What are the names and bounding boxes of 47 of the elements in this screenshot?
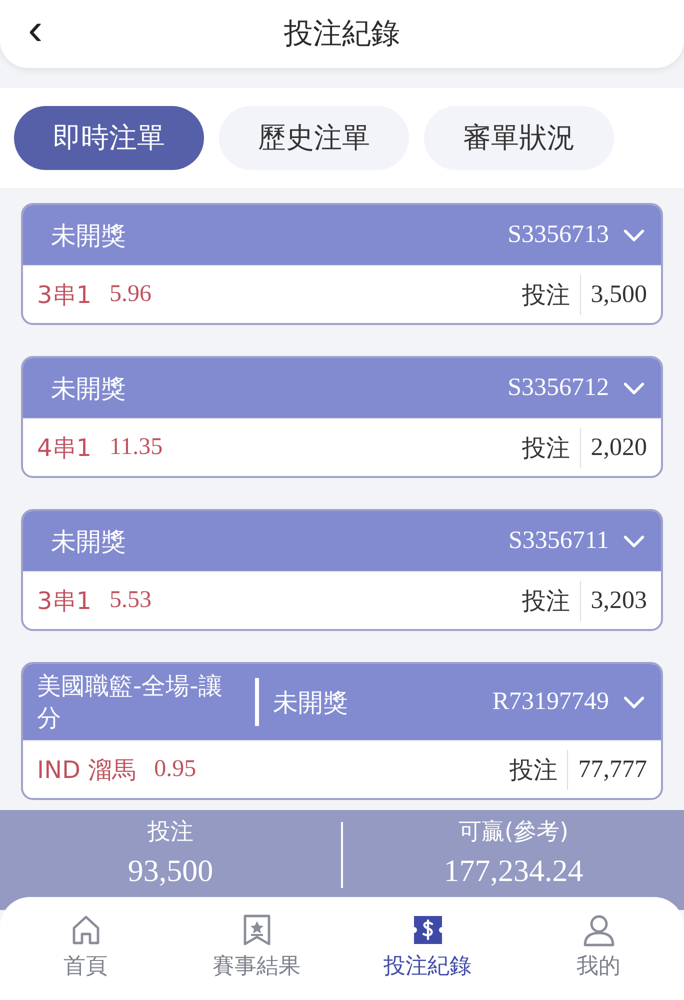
chevron-down-icon[interactable] [623,696,645,708]
tab[interactable]: 即時注單 [14,106,204,170]
chevron-down-icon[interactable] [623,382,645,394]
bet-odds: 5.53 [110,587,153,614]
bet-card[interactable]: 未開獎 S3356711 3串1 5.53 投注 3,203 [21,509,663,631]
order-id: S3356713 [508,221,609,249]
bet-status: 未開獎 [51,220,127,252]
tab[interactable]: 歷史注單 [219,106,409,170]
chevron-down-icon[interactable] [623,534,645,548]
bet-card[interactable]: 美國職籃-全場-讓分 未開獎 R73197749 IND 溜馬 0.95 投注 77,777 [21,662,663,800]
bet-selection: 3串1 [37,280,92,310]
stake-amount: 77,777 [578,756,647,784]
stake-label: 投注 [522,580,581,620]
summary-label: 投注 [148,818,194,847]
stake-label: 投注 [522,428,581,468]
order-id: S3356711 [508,527,609,555]
back-button[interactable]: ‹ [22,8,49,52]
summary-label: 可贏(參考) [458,818,568,847]
bet-selection: 4串1 [37,432,92,464]
person-icon [582,913,616,947]
nav-item[interactable]: 首頁 [0,913,171,1000]
bet-status: 未開獎 [51,526,127,558]
bet-selection: IND 溜馬 [37,754,136,786]
bet-selection: 3串1 [37,586,92,616]
nav-item[interactable]: 賽事結果 [171,913,342,1000]
chevron-down-icon[interactable] [623,228,645,242]
bet-odds: 0.95 [154,756,198,783]
summary-value: 93,500 [128,853,214,889]
page-title: 投注紀錄 [284,15,400,52]
stake-label: 投注 [509,750,568,790]
nav-item[interactable]: 投注紀錄 [342,913,513,1000]
stake-amount: 3,203 [590,586,647,614]
order-id: S3356712 [508,374,609,402]
bet-card[interactable]: 未開獎 S3356713 3串1 5.96 投注 3,500 [21,203,663,325]
stake-label: 投注 [522,274,581,314]
stake-amount: 2,020 [590,434,647,462]
tab[interactable]: 審單狀況 [424,106,614,170]
bet-card[interactable]: 未開獎 S3356712 4串1 11.35 投注 2,020 [21,356,663,478]
bet-status: 未開獎 [51,372,127,404]
nav-item[interactable]: 我的 [513,913,684,1000]
bet-status: 未開獎 [273,686,349,718]
market-name: 美國職籃-全場-讓分 [37,671,224,734]
order-id: R73197749 [492,688,609,716]
summary-value: 177,234.24 [444,853,584,889]
bet-odds: 11.35 [110,434,164,461]
bet-odds: 5.96 [110,281,153,308]
stake-amount: 3,500 [590,280,647,308]
